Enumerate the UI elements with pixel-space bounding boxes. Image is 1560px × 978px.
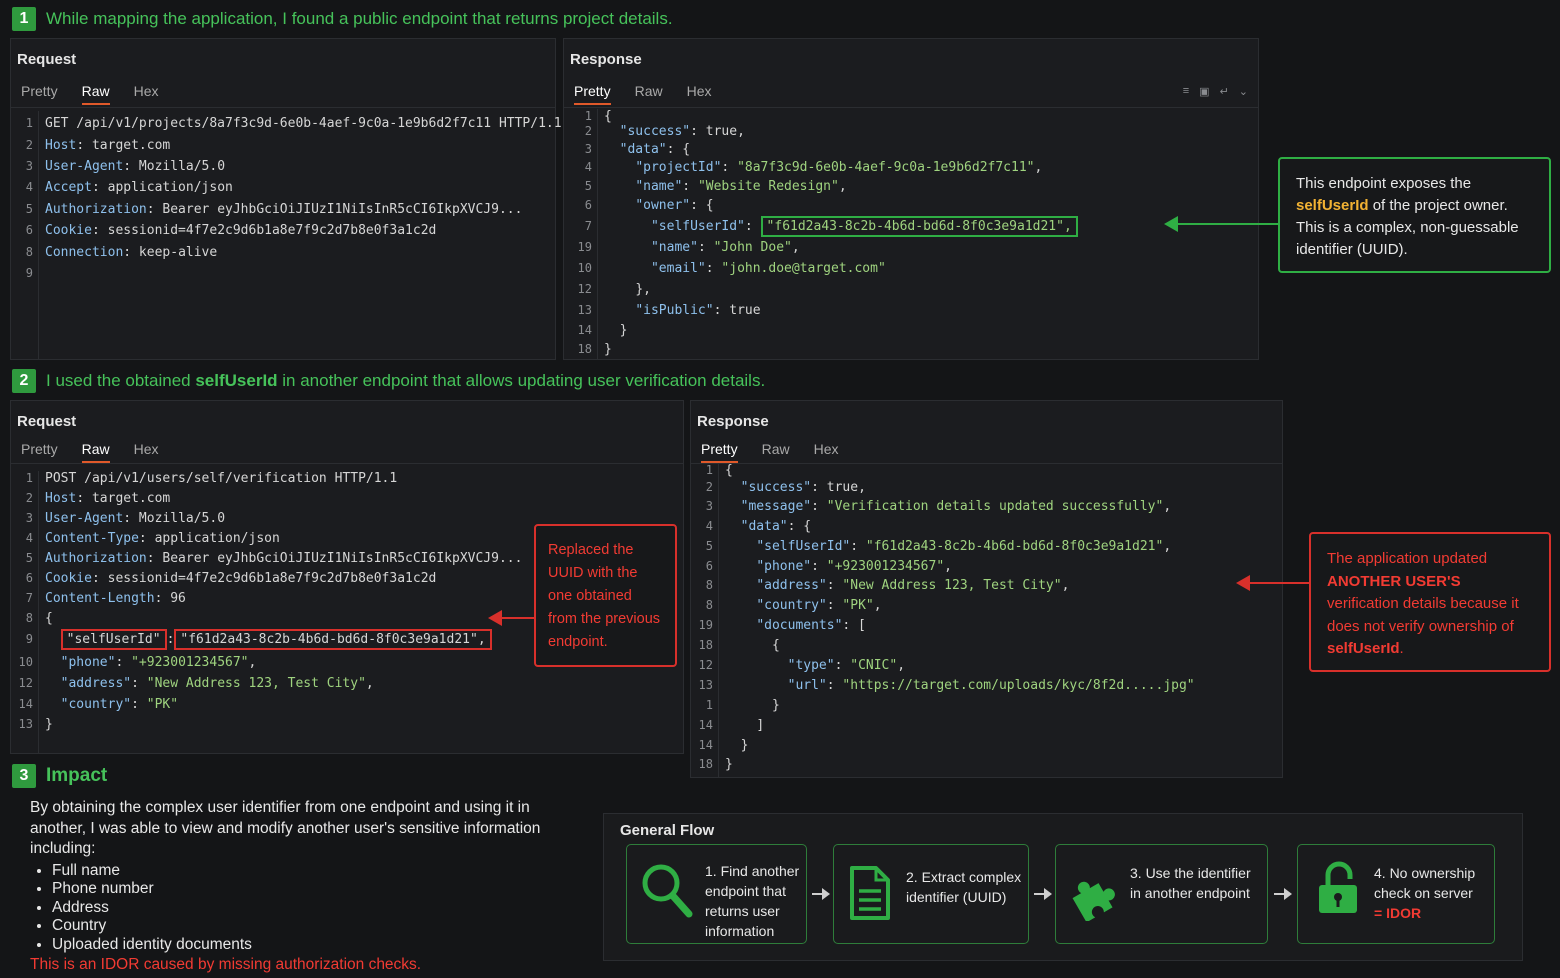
callout-selfuserid-exposed: This endpoint exposes the selfUserId of …	[1278, 157, 1551, 273]
step-2-badge: 2	[12, 369, 36, 393]
list-item: Uploaded identity documents	[52, 936, 550, 955]
flow-step-4: 4. No ownership check on server = IDOR	[1297, 844, 1495, 944]
tab-divider	[11, 463, 683, 464]
tab-hex[interactable]: Hex	[134, 83, 159, 105]
tab-raw[interactable]: Raw	[635, 83, 663, 105]
request-2-tabs: Pretty Raw Hex	[21, 441, 159, 463]
impact-description: By obtaining the complex user identifier…	[30, 798, 550, 954]
step-2-text: I used the obtained selfUserId in anothe…	[46, 371, 766, 390]
selfuserid-key-highlight: "selfUserId"	[60, 629, 167, 650]
tab-raw[interactable]: Raw	[81, 83, 110, 105]
step-1-text: While mapping the application, I found a…	[46, 9, 673, 28]
wrap-icon[interactable]: ≡	[1183, 85, 1189, 98]
document-icon	[850, 866, 890, 920]
flow-title: General Flow	[620, 822, 715, 839]
flow-step-3: 3. Use the identifier in another endpoin…	[1055, 844, 1268, 944]
list-item: Country	[52, 917, 550, 936]
request-2-code: 1 POST /api/v1/users/self/verification HT…	[11, 471, 531, 753]
impact-intro: By obtaining the complex user identifier…	[30, 799, 541, 857]
list-item: Phone number	[52, 880, 550, 899]
newline-icon[interactable]: ↵	[1220, 85, 1229, 98]
flow-arrow-2	[1034, 888, 1052, 900]
response-toolbar: ≡ ▣ ↵ ⌄	[1183, 85, 1248, 98]
request-1-tabs: Pretty Raw Hex	[21, 83, 159, 105]
layout-icon[interactable]: ▣	[1199, 85, 1209, 98]
list-item: Full name	[52, 862, 550, 881]
step-3-title: Impact	[46, 765, 108, 786]
tab-pretty[interactable]: Pretty	[21, 83, 58, 105]
response-1-panel: Response Pretty Raw Hex ≡ ▣ ↵ ⌄ 1{ 2 "su…	[563, 38, 1259, 360]
tab-hex[interactable]: Hex	[134, 441, 159, 463]
response-2-panel: Response Pretty Raw Hex 1{ 2 "success": …	[690, 400, 1283, 778]
flow-step-3-text: 3. Use the identifier in another endpoin…	[1130, 865, 1251, 901]
response-2-code: 1{ 2 "success": true, 3 "message": "Veri…	[691, 463, 1281, 777]
tab-raw[interactable]: Raw	[81, 441, 110, 463]
response-1-tabs: Pretty Raw Hex	[574, 83, 712, 105]
flow-step-2-text: 2. Extract complex identifier (UUID)	[906, 869, 1022, 905]
impact-conclusion: This is an IDOR caused by missing author…	[30, 956, 422, 973]
collapse-icon[interactable]: ⌄	[1239, 85, 1248, 98]
impact-list: Full name Phone number Address Country U…	[52, 862, 550, 955]
step-2-heading: 2 I used the obtained selfUserId in anot…	[12, 369, 765, 393]
step-3-badge: 3	[12, 764, 36, 788]
request-1-code: 1 GET /api/v1/projects/8a7f3c9d-6e0b-4aef…	[11, 111, 562, 359]
flow-step-4-text: 4. No ownership check on server = IDOR	[1374, 865, 1476, 921]
callout-replaced-uuid: Replaced the UUID with the one obtained …	[534, 524, 677, 667]
selfuserid-highlight: "f61d2a43-8c2b-4b6d-bd6d-8f0c3e9a1d21",	[760, 216, 1078, 237]
flow-arrow-1	[812, 888, 830, 900]
step-3-heading: 3 Impact	[12, 764, 107, 788]
unlocked-padlock-icon	[1319, 861, 1357, 913]
request-1-title: Request	[17, 51, 77, 68]
arrow-to-replaced-uuid	[488, 610, 534, 626]
step-1-badge: 1	[12, 7, 36, 31]
tab-divider	[11, 107, 555, 108]
arrow-to-updated-user	[1236, 575, 1310, 591]
general-flow-panel: General Flow 1. Find another endpoint th…	[603, 813, 1523, 961]
flow-arrow-3	[1274, 888, 1292, 900]
tab-hex[interactable]: Hex	[814, 441, 839, 463]
step-1-heading: 1 While mapping the application, I found…	[12, 7, 673, 31]
response-2-title: Response	[697, 413, 769, 430]
response-1-code: 1{ 2 "success": true, 3 "data": { 4 "pro…	[570, 109, 1250, 359]
response-1-title: Response	[570, 51, 642, 68]
puzzle-icon	[1072, 881, 1115, 921]
tab-hex[interactable]: Hex	[687, 83, 712, 105]
flow-step-1-text: 1. Find another endpoint that returns us…	[705, 863, 800, 939]
response-2-tabs: Pretty Raw Hex	[701, 441, 839, 463]
magnifier-icon	[642, 864, 693, 918]
tab-pretty[interactable]: Pretty	[574, 83, 611, 105]
request-2-title: Request	[17, 413, 77, 430]
callout-another-user-updated: The application updated ANOTHER USER'S v…	[1309, 532, 1551, 672]
tab-raw[interactable]: Raw	[762, 441, 790, 463]
tab-pretty[interactable]: Pretty	[701, 441, 738, 463]
list-item: Address	[52, 899, 550, 918]
flow-step-2: 2. Extract complex identifier (UUID)	[833, 844, 1029, 944]
tab-pretty[interactable]: Pretty	[21, 441, 58, 463]
tab-divider	[564, 107, 1258, 108]
arrow-to-selfuserid	[1164, 216, 1280, 232]
selfuserid-value-highlight: "f61d2a43-8c2b-4b6d-bd6d-8f0c3e9a1d21",	[174, 629, 492, 650]
flow-step-1: 1. Find another endpoint that returns us…	[626, 844, 807, 944]
request-1-panel: Request Pretty Raw Hex 1 GET /api/v1/proj…	[10, 38, 562, 360]
